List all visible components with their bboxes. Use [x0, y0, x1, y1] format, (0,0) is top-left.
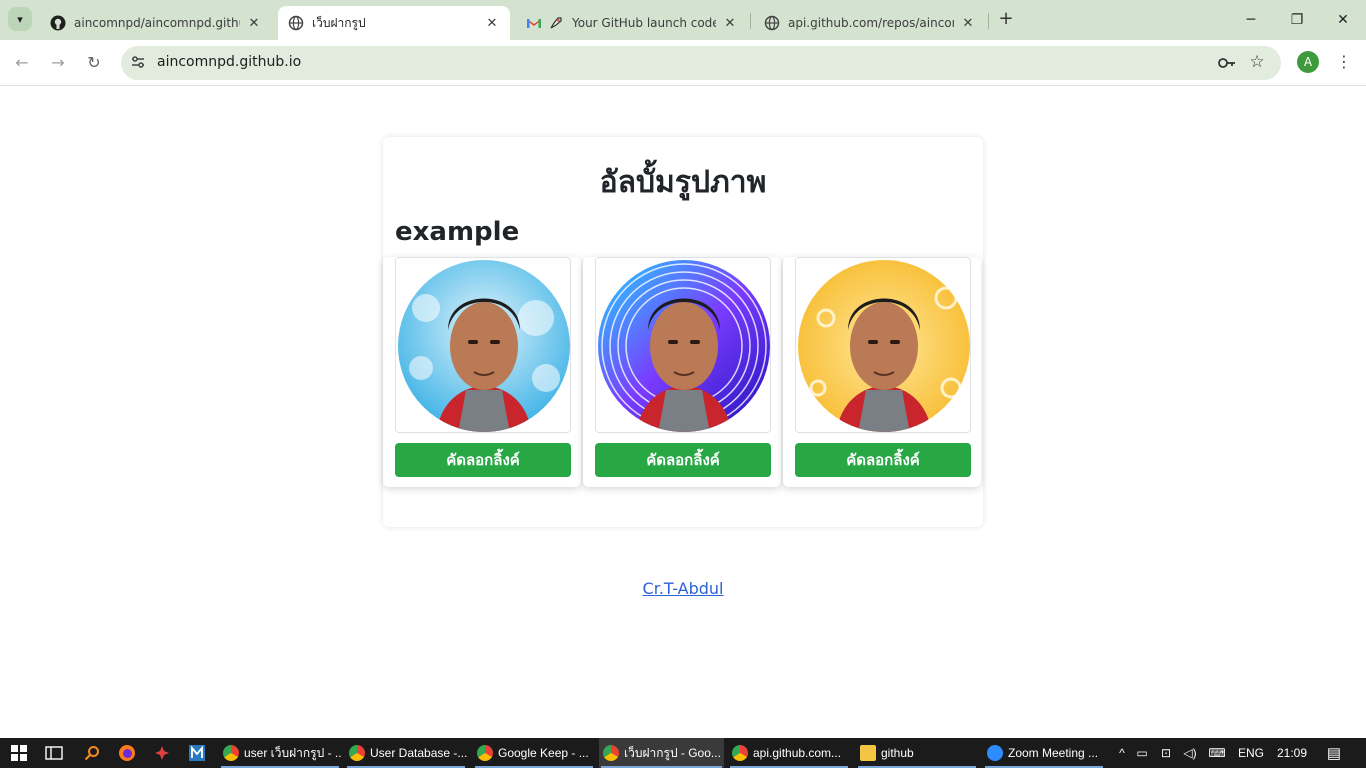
restore-button[interactable]: ❐	[1285, 8, 1309, 32]
tab-search-button[interactable]: ▾	[8, 7, 32, 31]
network-icon[interactable]: ⊡	[1154, 746, 1178, 760]
taskbar-app[interactable]: Google Keep - ...	[473, 738, 595, 768]
folder-icon	[860, 745, 876, 761]
chrome-icon	[732, 745, 748, 761]
chrome-icon	[349, 745, 365, 761]
gmail-icon	[526, 15, 542, 31]
close-window-button[interactable]: ✕	[1331, 8, 1355, 32]
taskbar-app-label: Zoom Meeting ...	[1008, 746, 1099, 760]
taskbar-app-label: User Database -...	[370, 746, 467, 760]
section-title: example	[395, 217, 520, 247]
taskbar-app-label: เว็บฝากรูป - Goo...	[624, 745, 721, 760]
editor-icon[interactable]	[187, 743, 207, 763]
address-bar[interactable]: aincomnpd.github.io ☆	[121, 46, 1281, 80]
page-viewport: อัลบั้มรูปภาพ example คัดลอกลิ้งค์ คัดลอ…	[0, 87, 1366, 738]
copy-link-button[interactable]: คัดลอกลิ้งค์	[595, 443, 771, 477]
notification-icon[interactable]: ▤	[1314, 744, 1354, 762]
close-icon: ✕	[1337, 12, 1349, 28]
browser-toolbar: ← → ↻ aincomnpd.github.io ☆ A ⋮	[0, 40, 1366, 86]
chevron-up-icon[interactable]: ^	[1114, 746, 1130, 760]
page-title: อัลบั้มรูปภาพ	[599, 165, 767, 200]
bookmark-star-icon[interactable]: ☆	[1247, 52, 1267, 72]
tab-title: เว็บฝากรูป	[312, 15, 366, 30]
taskbar-app-label: user เว็บฝากรูป - ...	[244, 745, 341, 760]
globe-icon	[288, 15, 304, 31]
tab-github-api[interactable]: api.github.com/repos/aincomnpd ✕	[754, 6, 986, 40]
photo-card: คัดลอกลิ้งค์	[783, 257, 981, 487]
photo-frame	[395, 257, 571, 433]
reload-icon: ↻	[87, 53, 101, 72]
taskbar-app[interactable]: user เว็บฝากรูป - ...	[219, 738, 341, 768]
system-tray: ^ ▭ ⊡ ◁) ⌨ ENG 21:09 ▤	[1114, 738, 1354, 768]
firefox-icon[interactable]	[117, 743, 137, 763]
taskbar-app-label: api.github.com...	[753, 746, 842, 760]
back-button[interactable]: ←	[10, 51, 34, 75]
tab-gmail[interactable]: Your GitHub launch code - aincomnpd@gmai…	[516, 6, 748, 40]
github-icon	[50, 15, 66, 31]
chevron-down-icon: ▾	[17, 12, 23, 26]
key-icon[interactable]	[1217, 53, 1237, 73]
battery-icon[interactable]: ▭	[1130, 746, 1154, 760]
close-icon[interactable]: ✕	[484, 15, 500, 31]
chrome-icon	[477, 745, 493, 761]
taskbar-app[interactable]: Zoom Meeting ...	[983, 738, 1105, 768]
album-container: อัลบั้มรูปภาพ example คัดลอกลิ้งค์ คัดลอ…	[383, 137, 983, 527]
site-settings-icon[interactable]	[129, 54, 147, 72]
close-icon[interactable]: ✕	[960, 15, 976, 31]
reload-button[interactable]: ↻	[82, 51, 106, 75]
globe-icon	[764, 15, 780, 31]
tab-photo-album[interactable]: เว็บฝากรูป ✕	[278, 6, 510, 40]
photo-card: คัดลอกลิ้งค์	[383, 257, 581, 487]
taskbar-app-label: Google Keep - ...	[498, 746, 589, 760]
keyboard-icon[interactable]: ⌨	[1202, 746, 1232, 760]
profile-avatar[interactable]: A	[1297, 51, 1319, 73]
new-tab-button[interactable]: +	[996, 9, 1016, 29]
profile-photo-purple	[598, 260, 770, 432]
menu-kebab-icon[interactable]: ⋮	[1334, 51, 1354, 75]
taskbar-app-active[interactable]: เว็บฝากรูป - Goo...	[599, 738, 724, 768]
photo-frame	[795, 257, 971, 433]
taskbar-app-label: github	[881, 746, 914, 760]
volume-icon[interactable]: ◁)	[1178, 746, 1202, 760]
copy-link-button[interactable]: คัดลอกลิ้งค์	[795, 443, 971, 477]
minimize-button[interactable]: ─	[1239, 8, 1263, 32]
tab-title: aincomnpd/aincomnpd.github.io	[74, 16, 240, 30]
tab-title: Your GitHub launch code - aincomnpd@gmai…	[572, 16, 716, 30]
plus-icon: +	[998, 8, 1014, 29]
taskbar: user เว็บฝากรูป - ... User Database -...…	[0, 738, 1366, 768]
zoom-icon	[987, 745, 1003, 761]
tab-strip: ▾ aincomnpd/aincomnpd.github.io ✕ เว็บฝา…	[0, 0, 1366, 40]
restore-icon: ❐	[1290, 12, 1304, 28]
minimize-icon: ─	[1246, 12, 1256, 28]
taskbar-app[interactable]: User Database -...	[345, 738, 467, 768]
tab-divider	[750, 13, 751, 29]
forward-button[interactable]: →	[46, 51, 70, 75]
close-icon[interactable]: ✕	[246, 15, 262, 31]
tab-github-repo[interactable]: aincomnpd/aincomnpd.github.io ✕	[40, 6, 272, 40]
language-indicator[interactable]: ENG	[1232, 746, 1270, 760]
app-icon[interactable]	[152, 743, 172, 763]
close-icon[interactable]: ✕	[722, 15, 738, 31]
tab-title: api.github.com/repos/aincomnpd	[788, 16, 954, 30]
rocket-icon	[548, 15, 564, 31]
arrow-right-icon: →	[51, 53, 65, 72]
photo-card: คัดลอกลิ้งค์	[583, 257, 781, 487]
clock[interactable]: 21:09	[1270, 746, 1314, 760]
photo-frame	[595, 257, 771, 433]
arrow-left-icon: ←	[15, 53, 29, 72]
taskbar-app[interactable]: github	[856, 738, 978, 768]
url-text[interactable]: aincomnpd.github.io	[157, 54, 301, 70]
task-view-icon[interactable]	[44, 743, 64, 763]
copy-link-button[interactable]: คัดลอกลิ้งค์	[395, 443, 571, 477]
windows-start-icon[interactable]	[9, 743, 29, 763]
chrome-icon	[603, 745, 619, 761]
taskbar-app[interactable]: api.github.com...	[728, 738, 850, 768]
profile-photo-blue	[398, 260, 570, 432]
profile-photo-yellow	[798, 260, 970, 432]
tab-divider	[988, 13, 989, 29]
credit-link[interactable]: Cr.T-Abdul	[0, 579, 1366, 598]
chrome-icon	[223, 745, 239, 761]
search-icon[interactable]	[82, 743, 102, 763]
